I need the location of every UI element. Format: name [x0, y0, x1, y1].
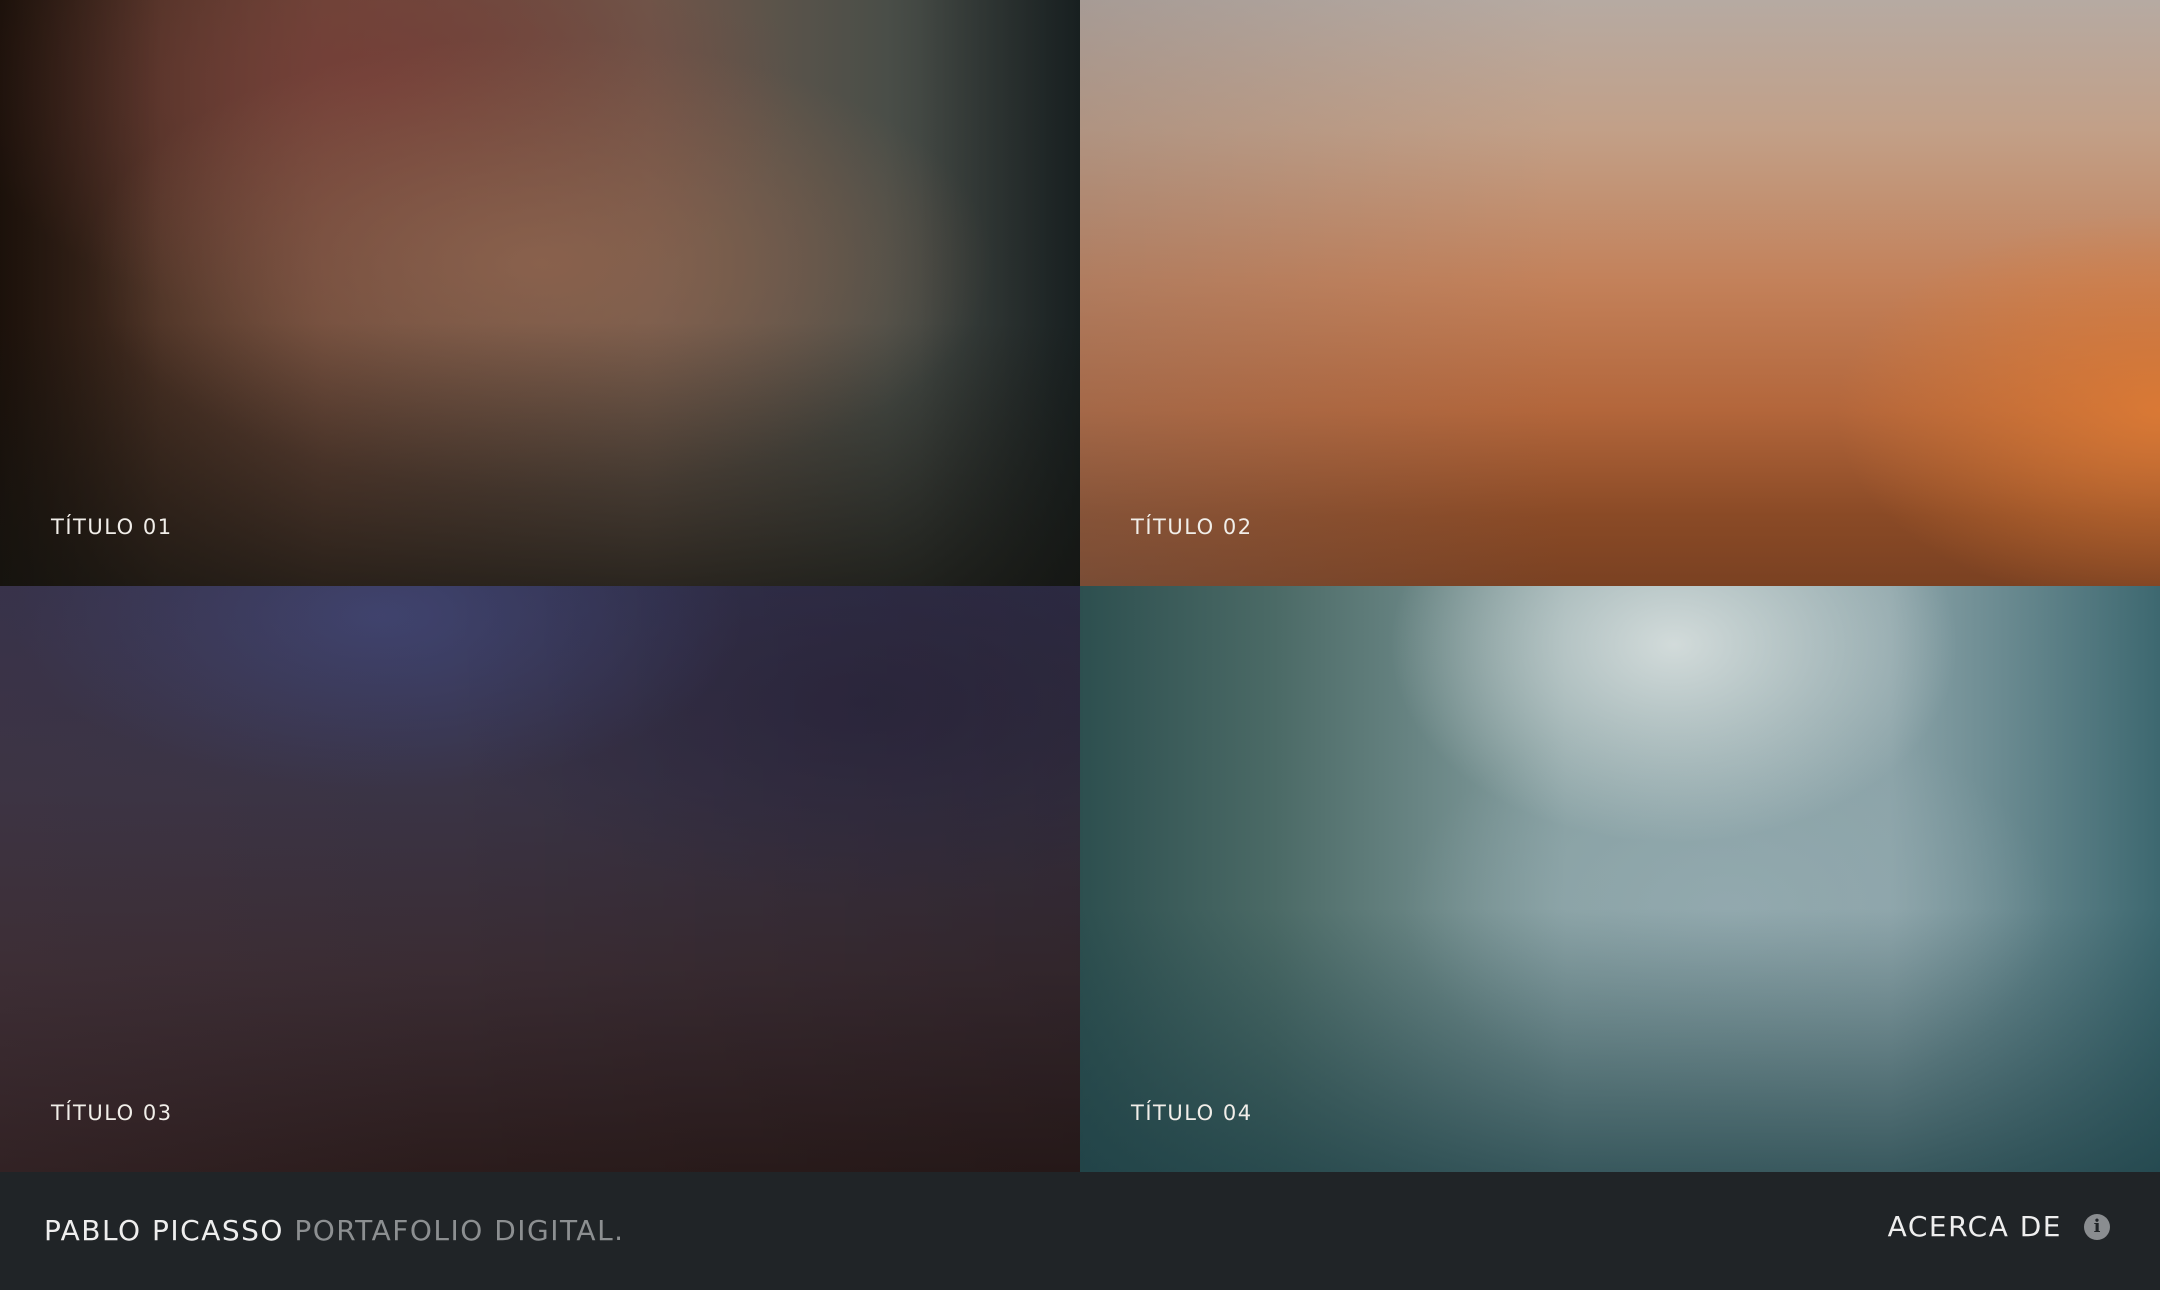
tile-title: TÍTULO 03	[51, 1101, 173, 1125]
tile-title: TÍTULO 04	[1131, 1101, 1253, 1125]
tile-title: TÍTULO 01	[51, 515, 173, 539]
portfolio-tile-03[interactable]: TÍTULO 03	[0, 586, 1080, 1172]
brand-name: PABLO PICASSO	[44, 1214, 284, 1247]
portfolio-grid: TÍTULO 01 TÍTULO 02 TÍTULO 03 TÍTULO 04	[0, 0, 2160, 1172]
tile-title: TÍTULO 02	[1131, 515, 1253, 539]
portfolio-tile-02[interactable]: TÍTULO 02	[1080, 0, 2160, 586]
about-label: ACERCA DE	[1887, 1210, 2062, 1243]
site-brand: PABLO PICASSO PORTAFOLIO DIGITAL.	[44, 1214, 625, 1247]
portfolio-tile-01[interactable]: TÍTULO 01	[0, 0, 1080, 586]
footer-bar: PABLO PICASSO PORTAFOLIO DIGITAL. ACERCA…	[0, 1172, 2160, 1290]
info-icon[interactable]: i	[2084, 1213, 2110, 1240]
about-button[interactable]: ACERCA DE i	[1888, 1210, 2110, 1243]
brand-subtitle: PORTAFOLIO DIGITAL.	[294, 1214, 625, 1247]
portfolio-tile-04[interactable]: TÍTULO 04	[1080, 586, 2160, 1172]
